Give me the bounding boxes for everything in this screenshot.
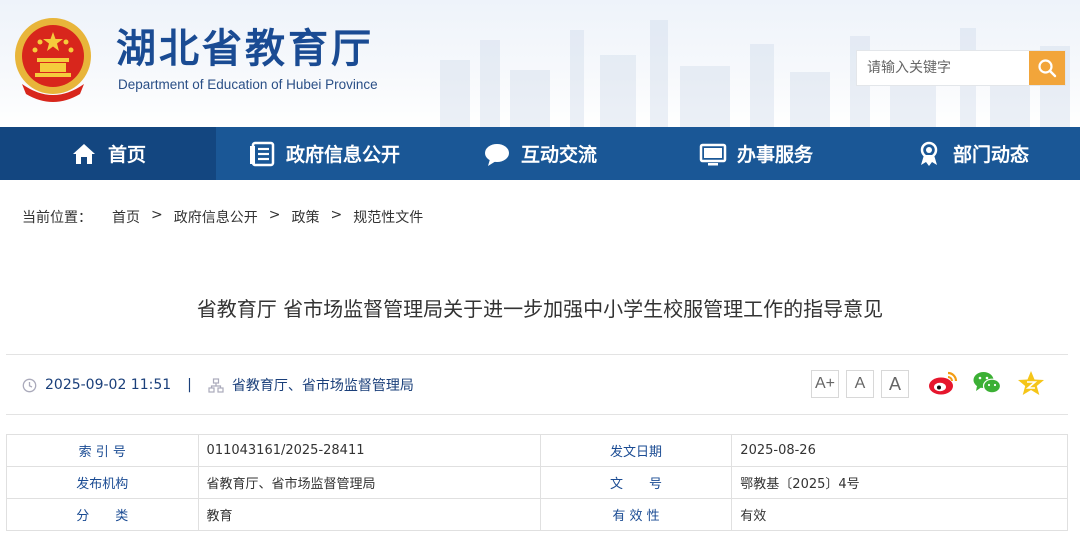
home-icon [72, 143, 95, 164]
org-chart-icon [208, 377, 224, 393]
nav-item-label: 部门动态 [952, 144, 1029, 166]
info-value-publisher: 省教育厅、省市场监督管理局 [197, 466, 541, 499]
font-size-tools: A+ A A [811, 370, 909, 398]
nav-item-label: 政府信息公开 [285, 144, 400, 166]
article-meta: 2025-09-02 11:51 | 省教育厅、省市场监督管理局 [22, 374, 414, 396]
font-increase-button[interactable]: A+ [811, 370, 839, 398]
breadcrumb-link-normative-docs[interactable]: 规范性文件 [353, 207, 423, 227]
breadcrumb: 当前位置： 首页 > 政府信息公开 > 政策 > 规范性文件 [22, 207, 423, 227]
main-nav: 首页 政府信息公开 互动交流 办事服务 部门动态 [0, 127, 1080, 180]
info-key-validity: 有 效 性 [539, 498, 733, 531]
nav-item-label: 互动交流 [520, 144, 597, 166]
breadcrumb-label: 当前位置： [22, 210, 92, 226]
qzone-share-button[interactable] [1016, 368, 1046, 398]
nav-item-label: 办事服务 [736, 144, 813, 166]
nav-item-label: 首页 [107, 144, 146, 166]
info-key-issue-date: 发文日期 [539, 434, 733, 467]
breadcrumb-link-policy[interactable]: 政策 [291, 207, 319, 227]
table-row: 分 类 教育 有 效 性 有效 [6, 498, 1068, 531]
document-list-icon [249, 141, 275, 166]
award-ribbon-icon [920, 141, 938, 166]
article-source: 省教育厅、省市场监督管理局 [231, 378, 414, 394]
wechat-share-button[interactable] [972, 368, 1002, 398]
weibo-icon [929, 371, 958, 395]
nav-item-dept-news[interactable]: 部门动态 [864, 127, 1080, 180]
table-row: 索 引 号 011043161/2025-28411 发文日期 2025-08-… [6, 434, 1068, 467]
nav-item-gov-info[interactable]: 政府信息公开 [216, 127, 432, 180]
weibo-share-button[interactable] [928, 368, 958, 398]
publish-datetime: 2025-09-02 11:51 [45, 377, 172, 393]
search-input[interactable] [857, 51, 1029, 85]
info-value-validity: 有效 [731, 498, 1068, 531]
meta-separator: | [187, 377, 192, 393]
site-title[interactable]: 湖北省教育厅 [116, 16, 374, 74]
info-key-index: 索 引 号 [6, 434, 199, 467]
font-reset-button[interactable]: A [846, 370, 874, 398]
nav-item-interaction[interactable]: 互动交流 [432, 127, 648, 180]
site-header: 湖北省教育厅 Department of Education of Hubei … [0, 0, 1080, 127]
info-value-issue-date: 2025-08-26 [731, 434, 1068, 467]
info-value-index: 011043161/2025-28411 [197, 434, 541, 467]
info-value-doc-number: 鄂教基〔2025〕4号 [731, 466, 1068, 499]
breadcrumb-separator: > [330, 207, 343, 223]
info-key-publisher: 发布机构 [6, 466, 199, 499]
site-subtitle: Department of Education of Hubei Provinc… [118, 77, 378, 92]
chat-bubble-icon [484, 143, 509, 166]
nav-item-services[interactable]: 办事服务 [648, 127, 864, 180]
font-decrease-button[interactable]: A [881, 370, 909, 398]
nav-item-home[interactable]: 首页 [0, 127, 216, 180]
document-info-table: 索 引 号 011043161/2025-28411 发文日期 2025-08-… [6, 434, 1068, 531]
search-icon [1038, 59, 1057, 78]
divider [6, 414, 1068, 415]
info-value-category: 教育 [197, 498, 541, 531]
clock-icon [22, 378, 37, 392]
search-box [856, 50, 1066, 86]
breadcrumb-link-gov-info[interactable]: 政府信息公开 [174, 207, 258, 227]
national-emblem-icon [15, 18, 91, 102]
search-button[interactable] [1029, 51, 1065, 85]
breadcrumb-separator: > [151, 207, 163, 223]
table-row: 发布机构 省教育厅、省市场监督管理局 文 号 鄂教基〔2025〕4号 [6, 466, 1068, 499]
info-key-category: 分 类 [6, 498, 199, 531]
divider [6, 354, 1068, 355]
breadcrumb-link-home[interactable]: 首页 [112, 207, 140, 227]
qzone-icon [1018, 371, 1044, 395]
share-buttons [928, 368, 1046, 398]
wechat-icon [973, 372, 1002, 394]
monitor-icon [699, 143, 727, 165]
breadcrumb-separator: > [268, 207, 281, 223]
article-title: 省教育厅 省市场监督管理局关于进一步加强中小学生校服管理工作的指导意见 [196, 297, 884, 321]
info-key-doc-number: 文 号 [539, 466, 733, 499]
